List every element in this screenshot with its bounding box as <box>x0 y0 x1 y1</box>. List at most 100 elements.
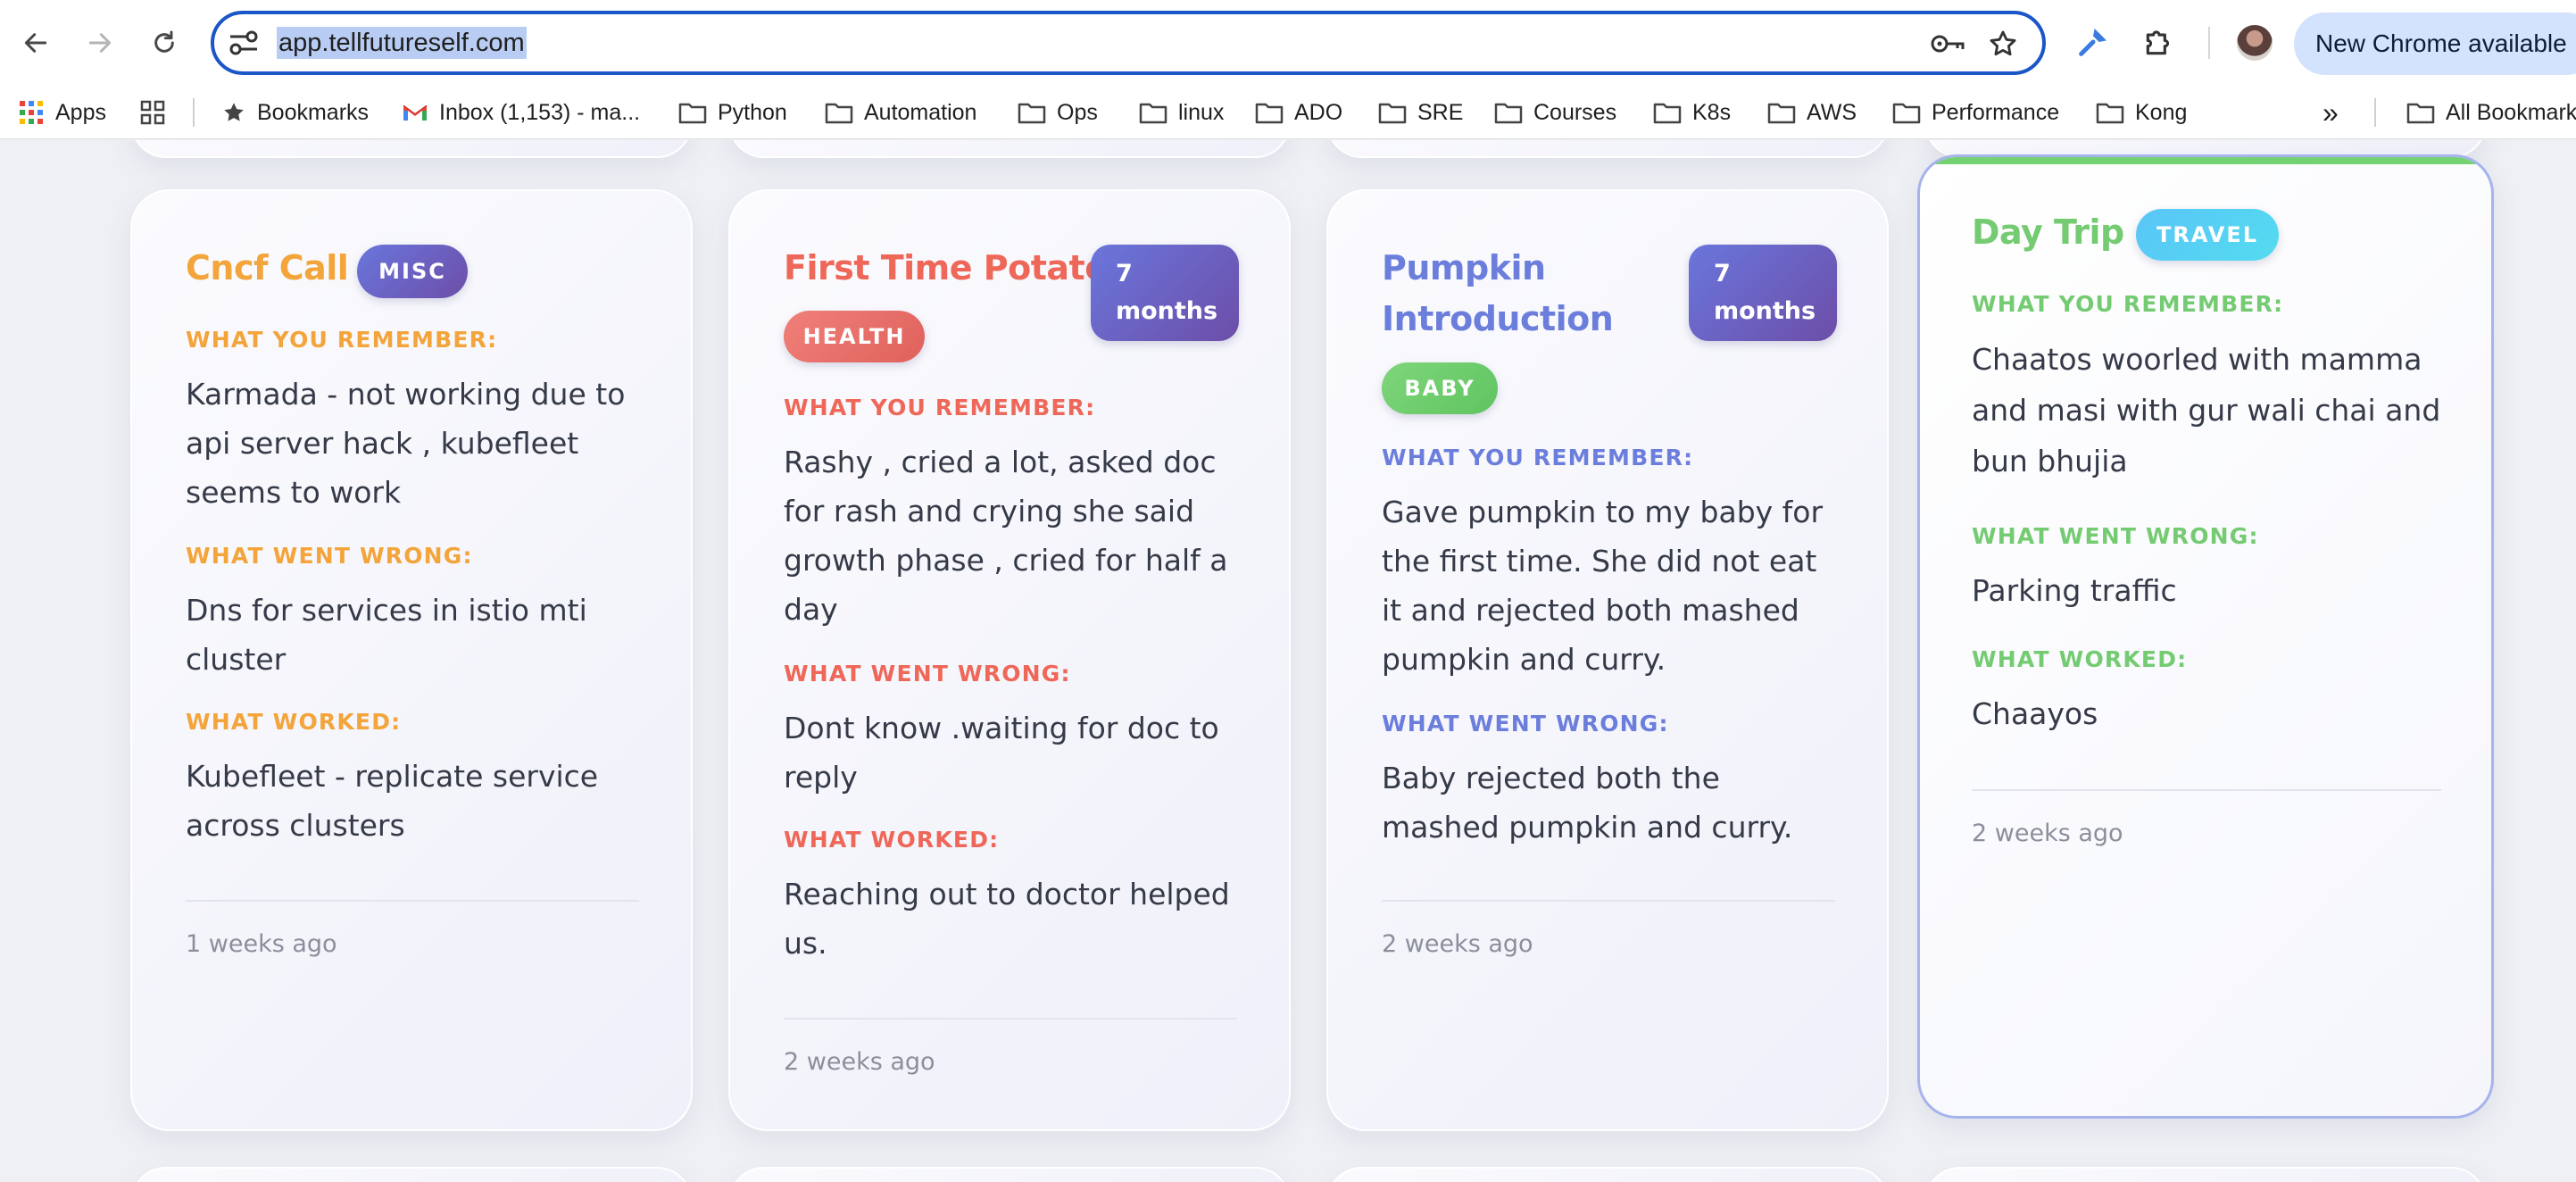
wrong-text: Baby rejected both the mashed pumpkin an… <box>1382 761 1793 845</box>
wrong-text: Dns for services in istio mti cluster <box>186 593 587 677</box>
reload-icon[interactable] <box>139 18 189 68</box>
card-title: First Time Potato <box>784 248 1108 287</box>
wrong-label: WHAT WENT WRONG: <box>186 543 473 569</box>
card-divider <box>1972 789 2441 791</box>
address-bar[interactable]: app.tellfutureself.com <box>211 11 2046 75</box>
memory-card-next-row[interactable] <box>130 1167 693 1182</box>
bookmark-folder[interactable]: Ops <box>1018 96 1098 129</box>
category-badge: BABY <box>1382 362 1498 414</box>
password-key-icon[interactable] <box>1930 29 1965 59</box>
card-divider <box>784 1018 1237 1020</box>
bookmark-label: Performance <box>1932 99 2060 125</box>
profile-avatar[interactable] <box>2237 25 2273 61</box>
bookmarks-overflow-button[interactable]: » <box>2323 96 2339 129</box>
bookmark-folder[interactable]: Kong <box>2096 96 2187 129</box>
card-title: Pumpkin Introduction <box>1382 248 1614 338</box>
timestamp: 1 weeks ago <box>186 930 337 958</box>
timestamp: 2 weeks ago <box>1972 820 2123 847</box>
folder-icon <box>678 103 707 124</box>
remember-text: Gave pumpkin to my baby for the first ti… <box>1382 495 1824 677</box>
card-divider <box>186 900 639 902</box>
memory-card-cncf-call[interactable]: Cncf Call MISC WHAT YOU REMEMBER: Karmad… <box>130 189 693 1131</box>
age-value: 7 <box>1116 260 1133 287</box>
bookmark-inbox[interactable]: Inbox (1,153) - ma... <box>402 96 640 129</box>
bookmark-folder[interactable]: SRE <box>1378 96 1463 129</box>
remember-text: Chaatos woorled with mamma and masi with… <box>1972 342 2441 479</box>
bookmark-label: Automation <box>864 99 977 125</box>
worked-label: WHAT WORKED: <box>186 709 402 735</box>
bookmark-all-bookmarks[interactable]: All Bookmarks <box>2406 96 2576 129</box>
card-title: Day Trip <box>1972 212 2124 252</box>
category-badge: TRAVEL <box>2136 209 2279 261</box>
back-icon[interactable] <box>11 18 61 68</box>
folder-icon <box>1378 103 1407 124</box>
bookmarks-separator <box>193 98 195 127</box>
wrong-label: WHAT WENT WRONG: <box>1382 711 1669 737</box>
bookmark-folder[interactable]: Courses <box>1494 96 1616 129</box>
bookmark-folder[interactable]: Automation <box>825 96 976 129</box>
wrong-text: Dont know .waiting for doc to reply <box>784 711 1219 795</box>
bookmarks-bar: Apps Bookmarks Inbox (1,153) - ma... Pyt… <box>0 86 2576 139</box>
age-badge: 7 months <box>1091 245 1239 341</box>
bookmark-label: AWS <box>1807 99 1857 125</box>
bookmark-folder[interactable]: linux <box>1139 96 1224 129</box>
memory-card-next-row[interactable] <box>1924 1167 2487 1182</box>
memory-card-next-row[interactable] <box>1326 1167 1889 1182</box>
age-value: 7 <box>1714 260 1731 287</box>
bookmark-folder[interactable]: K8s <box>1653 96 1731 129</box>
url-text[interactable]: app.tellfutureself.com <box>277 27 527 59</box>
bookmark-bookmarks[interactable]: Bookmarks <box>221 96 369 129</box>
bookmark-label: Kong <box>2135 99 2188 125</box>
extensions-puzzle-icon[interactable] <box>2137 20 2181 64</box>
remember-label: WHAT YOU REMEMBER: <box>1382 445 1694 470</box>
bookmark-label: Python <box>718 99 787 125</box>
category-badge: HEALTH <box>784 311 925 362</box>
bookmark-label: All Bookmarks <box>2446 99 2576 125</box>
memory-card-day-trip[interactable]: Day Trip TRAVEL WHAT YOU REMEMBER: Chaat… <box>1917 154 2494 1119</box>
card-accent-bar <box>1920 157 2491 164</box>
bookmark-folder[interactable]: ADO <box>1255 96 1342 129</box>
bookmark-star-icon[interactable] <box>1987 29 2023 59</box>
bookmark-folder[interactable]: Python <box>678 96 787 129</box>
bookmark-label: linux <box>1178 99 1225 125</box>
bookmark-folder[interactable]: AWS <box>1767 96 1857 129</box>
memory-card-pumpkin-introduction[interactable]: Pumpkin Introduction 7 months BABY WHAT … <box>1326 189 1889 1131</box>
star-icon <box>224 103 244 121</box>
memory-card-previous-row[interactable] <box>130 140 693 158</box>
site-settings-icon[interactable] <box>227 27 261 59</box>
age-unit: months <box>1714 297 1816 325</box>
tab-groups-icon[interactable] <box>139 96 177 129</box>
folder-icon <box>1653 103 1682 124</box>
folder-icon <box>2406 103 2435 124</box>
bookmark-label: Ops <box>1057 99 1098 125</box>
remember-label: WHAT YOU REMEMBER: <box>186 327 498 353</box>
memory-card-first-time-potato[interactable]: First Time Potato 7 months HEALTH WHAT Y… <box>728 189 1291 1131</box>
timestamp: 2 weeks ago <box>1382 930 1533 958</box>
memory-card-next-row[interactable] <box>728 1167 1291 1182</box>
bookmark-label: K8s <box>1692 99 1732 125</box>
bookmark-apps[interactable]: Apps <box>18 96 106 129</box>
forward-icon[interactable] <box>75 18 125 68</box>
memory-card-previous-row[interactable] <box>1326 140 1889 158</box>
chrome-update-button[interactable]: New Chrome available <box>2294 12 2576 75</box>
gmail-icon <box>403 104 428 121</box>
age-badge: 7 months <box>1689 245 1837 341</box>
bookmark-label: Apps <box>55 99 106 125</box>
bookmark-label: Inbox (1,153) - ma... <box>439 99 641 125</box>
folder-icon <box>1018 103 1046 124</box>
category-badge: MISC <box>357 245 468 298</box>
folder-icon <box>825 103 853 124</box>
wrong-label: WHAT WENT WRONG: <box>1972 523 2259 549</box>
worked-text: Reaching out to doctor helped us. <box>784 877 1230 961</box>
folder-icon <box>1892 103 1921 124</box>
folder-icon <box>1255 103 1284 124</box>
wrong-label: WHAT WENT WRONG: <box>784 661 1071 687</box>
folder-icon <box>1494 103 1523 124</box>
remember-text: Rashy , cried a lot, asked doc for rash … <box>784 445 1228 627</box>
extension-tool-icon[interactable] <box>2071 20 2115 64</box>
timestamp: 2 weeks ago <box>784 1048 935 1076</box>
card-divider <box>1382 900 1835 902</box>
bookmark-folder[interactable]: Performance <box>1892 96 2059 129</box>
memory-card-previous-row[interactable] <box>728 140 1291 158</box>
card-title: Cncf Call <box>186 248 349 287</box>
